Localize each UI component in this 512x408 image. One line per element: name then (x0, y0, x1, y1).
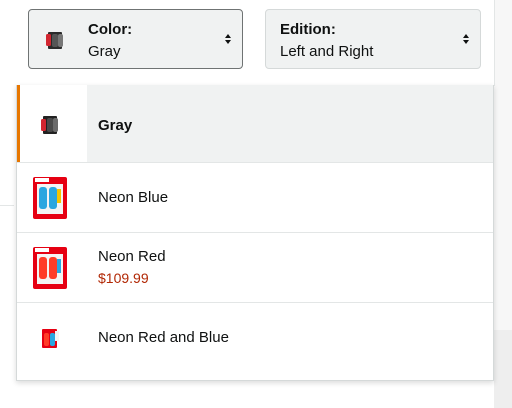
color-selector-value: Gray (88, 43, 121, 60)
option-price: $109.99 (98, 270, 149, 286)
option-name: Neon Red and Blue (98, 329, 229, 346)
dropdown-option-neon-blue[interactable]: Neon Blue (17, 163, 493, 233)
color-selector-label: Color: (88, 21, 133, 38)
page-background-strip-lower (494, 330, 512, 408)
joycon-gray-product-icon (43, 28, 67, 52)
edition-selector-text: Edition: Left and Right (280, 20, 373, 62)
color-selector-text: Color: Gray (88, 20, 132, 62)
option-name: Neon Blue (98, 189, 169, 206)
updown-caret-icon (462, 30, 470, 48)
dropdown-option-gray[interactable]: Gray (17, 85, 493, 163)
updown-caret-icon (224, 30, 232, 48)
joycon-gray-product-icon (37, 112, 63, 138)
joycon-neon-red-box-icon (31, 245, 71, 291)
edition-selector-button[interactable]: Edition: Left and Right (265, 9, 481, 69)
edition-selector-label: Edition: (280, 21, 336, 38)
joycon-neon-red-blue-product-icon (37, 325, 63, 353)
page-divider (0, 205, 14, 206)
joycon-neon-blue-box-icon (31, 175, 71, 221)
color-selector-button[interactable]: Color: Gray (28, 9, 243, 69)
dropdown-option-neon-red[interactable]: Neon Red $109.99 (17, 233, 493, 303)
edition-selector-value: Left and Right (280, 43, 374, 60)
option-thumbnail (20, 85, 87, 162)
option-name: Gray (98, 117, 133, 134)
dropdown-option-neon-red-and-blue[interactable]: Neon Red and Blue (17, 303, 493, 381)
option-name: Neon Red (98, 248, 166, 265)
color-options-dropdown: Gray Neon Blue Neon Red $109.99 Neon Red… (16, 85, 494, 381)
